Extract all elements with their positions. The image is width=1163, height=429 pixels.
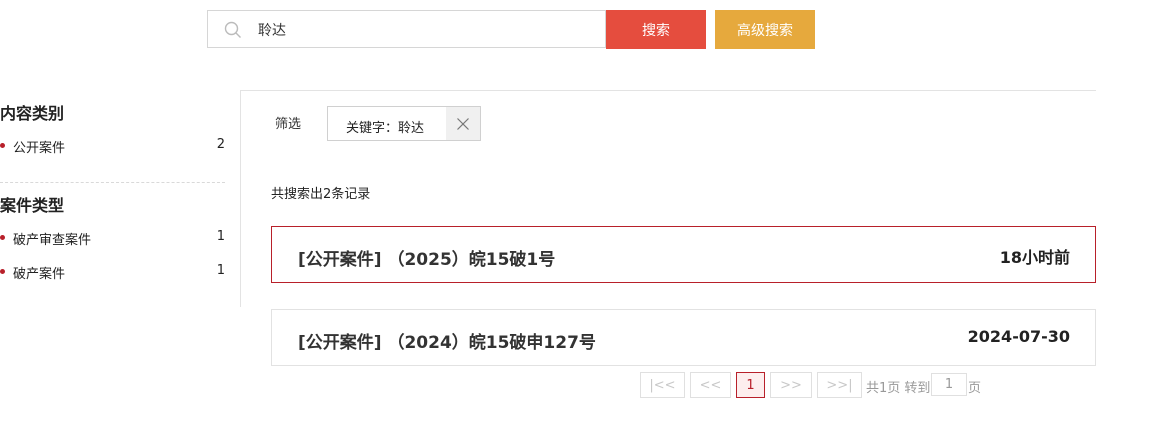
filter-label: 筛选 (275, 117, 302, 132)
bullet-icon (0, 235, 5, 240)
advanced-search-button[interactable]: 高级搜索 (715, 10, 815, 49)
result-item[interactable]: [公开案件] （2024）皖15破申127号 2024-07-30 (271, 309, 1096, 366)
page-unit-text: 页 (968, 381, 982, 396)
sidebar-item-bankruptcy-review[interactable]: 破产审查案件 1 (0, 228, 225, 248)
sidebar-item-count: 2 (216, 137, 225, 152)
goto-page-input[interactable] (931, 373, 967, 396)
sidebar-item-bankruptcy[interactable]: 破产案件 1 (0, 262, 225, 282)
next-page-button[interactable]: >> (770, 372, 812, 398)
result-title[interactable]: [公开案件] （2025）皖15破1号 (298, 245, 555, 270)
filter-tag-keyword: 关键字：聆达 (327, 106, 481, 141)
content-left-border (240, 90, 241, 307)
sidebar-divider (0, 182, 225, 183)
result-time: 18小时前 (999, 248, 1070, 267)
total-pages-text: 共1页 转到 (866, 381, 931, 396)
prev-page-button[interactable]: << (690, 372, 731, 398)
search-button[interactable]: 搜索 (606, 10, 706, 49)
content-top-border (240, 90, 1096, 91)
sidebar-item-label: 破产审查案件 (13, 233, 92, 248)
current-page-button[interactable]: 1 (736, 372, 765, 398)
sidebar-item-label: 公开案件 (13, 141, 66, 156)
result-time: 2024-07-30 (967, 327, 1070, 346)
close-icon[interactable] (446, 107, 480, 140)
search-input[interactable] (258, 12, 588, 48)
filter-tag-text: 关键字：聆达 (346, 121, 425, 136)
last-page-button[interactable]: >>| (817, 372, 862, 398)
sidebar-item-label: 破产案件 (13, 267, 66, 282)
result-item[interactable]: [公开案件] （2025）皖15破1号 18小时前 (271, 226, 1096, 283)
bullet-icon (0, 143, 5, 148)
first-page-button[interactable]: |<< (640, 372, 685, 398)
bullet-icon (0, 269, 5, 274)
result-count: 共搜索出2条记录 (271, 187, 371, 202)
sidebar-item-public-cases[interactable]: 公开案件 2 (0, 136, 225, 156)
search-icon (224, 21, 241, 38)
result-title[interactable]: [公开案件] （2024）皖15破申127号 (298, 328, 596, 353)
sidebar-item-count: 1 (216, 229, 225, 244)
sidebar-heading-case-type: 案件类型 (0, 196, 65, 215)
sidebar-item-count: 1 (216, 263, 225, 278)
sidebar-heading-content-category: 内容类别 (0, 104, 65, 123)
